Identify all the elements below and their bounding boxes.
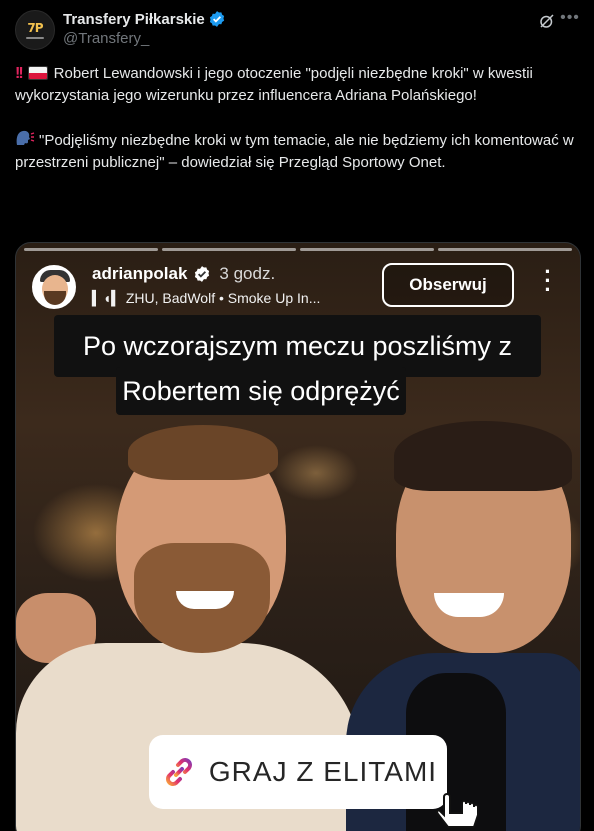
person-left-hair: [128, 425, 278, 480]
name-row: Transfery Piłkarskie: [63, 10, 226, 28]
tweet-paragraph-1-text: Robert Lewandowski i jego otoczenie "pod…: [15, 65, 533, 104]
avatar-logo: 7P: [27, 21, 43, 35]
progress-segment: [162, 248, 296, 251]
story-progress-bar: [24, 248, 572, 251]
story-link-label: GRAJ Z ELITAMI: [208, 756, 438, 787]
tweet-paragraph-2: "Podjęliśmy niezbędne kroki w tym temaci…: [15, 129, 575, 174]
tweet-text: !! Robert Lewandowski i jego otoczenie "p…: [15, 63, 575, 174]
tweet-media-image[interactable]: adrianpolak 3 godz. ▍◖▍ ZHU, BadWolf • S…: [15, 242, 581, 831]
avatar-logo-underline: [26, 37, 44, 39]
story-caption-line-2: Robertem się odprężyć: [116, 367, 406, 415]
double-exclamation-icon: !!: [15, 65, 24, 82]
tweet-header: 7P Transfery Piłkarskie @Transfery_ •••: [15, 8, 580, 50]
story-username: adrianpolak: [92, 264, 188, 283]
pointing-hand-icon: [436, 793, 479, 828]
story-follow-button: Obserwuj: [382, 263, 514, 307]
story-time: 3 godz.: [219, 264, 276, 283]
progress-segment: [300, 248, 434, 251]
story-more-icon: · · ·: [544, 259, 552, 302]
story-verified-icon: [195, 266, 210, 282]
tweet-paragraph-2-text: "Podjęliśmy niezbędne kroki w tym temaci…: [15, 132, 574, 171]
more-icon[interactable]: •••: [560, 9, 580, 29]
story-user-row: adrianpolak 3 godz.: [92, 264, 275, 284]
account-avatar[interactable]: 7P: [15, 10, 55, 50]
display-name[interactable]: Transfery Piłkarskie: [63, 11, 205, 28]
grok-icon[interactable]: [538, 12, 556, 30]
tweet-paragraph-1: !! Robert Lewandowski i jego otoczenie "p…: [15, 63, 575, 107]
poland-flag-icon: [27, 66, 48, 80]
person-right-hair: [394, 421, 572, 491]
account-handle[interactable]: @Transfery_: [63, 30, 149, 47]
story-music: ▍◖▍ ZHU, BadWolf • Smoke Up In...: [92, 290, 321, 306]
link-icon: [165, 758, 192, 786]
progress-segment: [438, 248, 572, 251]
progress-segment: [24, 248, 158, 251]
story-avatar: [32, 265, 76, 309]
story-link-sticker: GRAJ Z ELITAMI: [149, 735, 447, 809]
avatar-beard: [44, 291, 66, 305]
speaking-head-icon: [16, 130, 35, 145]
person-left-smile: [176, 591, 234, 609]
verified-badge-icon: [209, 11, 224, 27]
